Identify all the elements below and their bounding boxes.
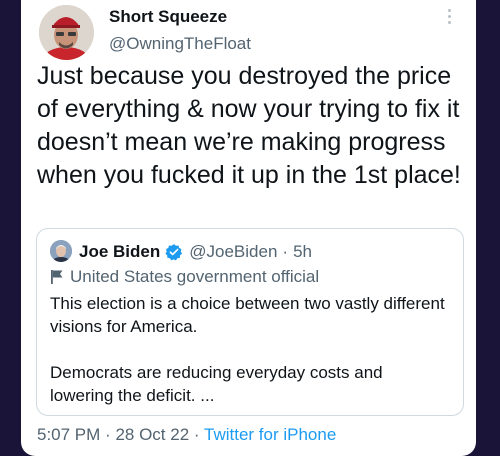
- tweet-source-link[interactable]: Twitter for iPhone: [204, 425, 336, 444]
- quoted-author-name[interactable]: Joe Biden: [79, 242, 160, 262]
- tweet-meta: 5:07 PM · 28 Oct 22 · Twitter for iPhone: [37, 425, 336, 445]
- government-label: United States government official: [50, 267, 319, 287]
- tweet-card: Short Squeeze @OwningTheFloat Just becau…: [21, 0, 476, 456]
- author-avatar-image: [39, 5, 94, 60]
- quoted-author-handle[interactable]: @JoeBiden: [189, 242, 277, 262]
- flag-icon: [51, 270, 63, 284]
- quoted-tweet[interactable]: Joe Biden @JoeBiden · 5h United States g…: [36, 228, 464, 416]
- quoted-author-avatar-image: [50, 240, 72, 262]
- meta-separator: ·: [193, 425, 200, 444]
- tweet-text: Just because you destroyed the price of …: [37, 62, 467, 189]
- author-handle[interactable]: @OwningTheFloat: [109, 34, 251, 54]
- quoted-header: Joe Biden @JoeBiden · 5h: [79, 242, 312, 262]
- quoted-tweet-age[interactable]: 5h: [293, 242, 312, 262]
- verified-badge-icon: [165, 244, 183, 261]
- separator-dot: ·: [282, 242, 289, 261]
- quoted-tweet-text: This election is a choice between two va…: [50, 294, 445, 405]
- tweet-time[interactable]: 5:07 PM: [37, 425, 100, 444]
- author-avatar[interactable]: [39, 5, 94, 60]
- government-label-text: United States government official: [70, 267, 320, 286]
- more-vertical-icon[interactable]: [447, 9, 453, 29]
- tweet-date[interactable]: 28 Oct 22: [115, 425, 189, 444]
- quoted-author-avatar[interactable]: [50, 240, 72, 262]
- meta-separator: ·: [105, 425, 111, 444]
- author-name[interactable]: Short Squeeze: [109, 7, 227, 27]
